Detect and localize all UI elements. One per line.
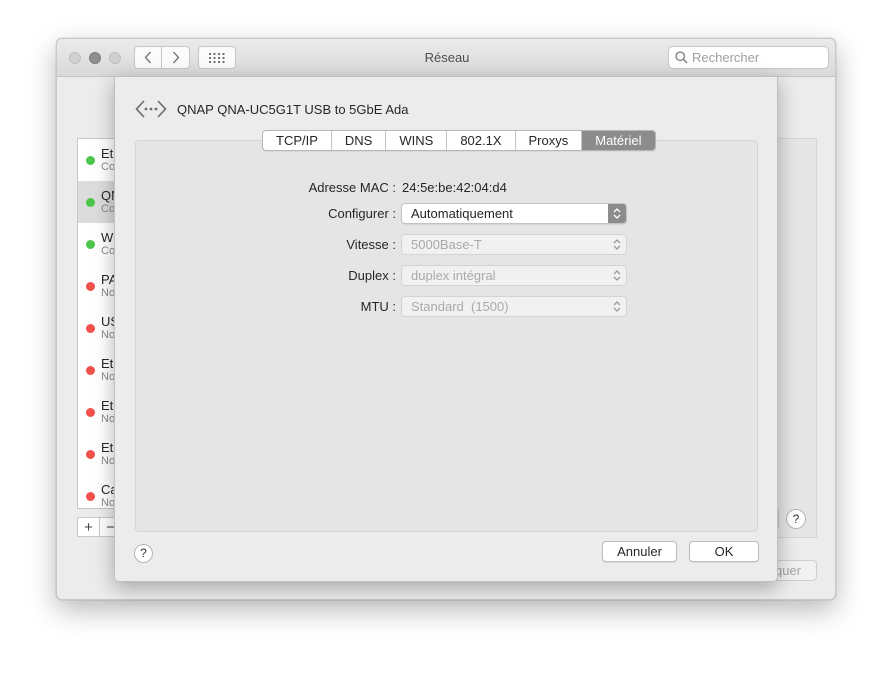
mac-value: 24:5e:be:42:04:d4 xyxy=(402,180,507,195)
tab-proxys[interactable]: Proxys xyxy=(516,131,583,150)
tab-content-panel: Adresse MAC : 24:5e:be:42:04:d4 Configur… xyxy=(135,140,758,532)
service-state: No xyxy=(101,329,116,341)
ok-button[interactable]: OK xyxy=(689,541,759,562)
configure-row: Configurer : xyxy=(136,204,396,224)
advanced-settings-sheet: QNAP QNA-UC5G1T USB to 5GbE Ada Adresse … xyxy=(114,76,778,582)
speed-value: 5000Base-T xyxy=(411,237,482,252)
add-service-button[interactable]: + xyxy=(78,518,100,536)
service-state: No xyxy=(101,413,116,425)
status-dot xyxy=(86,366,95,375)
tab-wins[interactable]: WINS xyxy=(386,131,448,150)
mac-row: Adresse MAC : xyxy=(136,178,396,198)
status-dot xyxy=(86,240,95,249)
updown-arrows-icon xyxy=(608,266,626,285)
cancel-button[interactable]: Annuler xyxy=(602,541,677,562)
speed-row: Vitesse : xyxy=(136,235,396,255)
mtu-label: MTU : xyxy=(360,299,396,314)
service-state: No xyxy=(101,371,116,383)
status-dot xyxy=(86,492,95,501)
duplex-label: Duplex : xyxy=(348,268,396,283)
speed-popup: 5000Base-T xyxy=(401,234,627,255)
updown-arrows-icon xyxy=(608,235,626,254)
tab-tcpip[interactable]: TCP/IP xyxy=(263,131,332,150)
service-state: No xyxy=(101,455,116,467)
duplex-value: duplex intégral xyxy=(411,268,496,283)
duplex-popup: duplex intégral xyxy=(401,265,627,286)
speed-label: Vitesse : xyxy=(346,237,396,252)
help-button[interactable]: ? xyxy=(786,509,806,529)
service-state: No xyxy=(101,497,116,509)
sheet-header: QNAP QNA-UC5G1T USB to 5GbE Ada xyxy=(135,97,408,121)
status-dot xyxy=(86,198,95,207)
configure-value: Automatiquement xyxy=(411,206,513,221)
mtu-popup: Standard (1500) xyxy=(401,296,627,317)
interface-title: QNAP QNA-UC5G1T USB to 5GbE Ada xyxy=(177,101,409,117)
search-input[interactable] xyxy=(692,50,822,65)
configure-popup[interactable]: Automatiquement xyxy=(401,203,627,224)
ethernet-arrows-icon xyxy=(135,100,167,118)
mtu-value: Standard (1500) xyxy=(411,299,509,314)
tab-8021x[interactable]: 802.1X xyxy=(447,131,516,150)
service-state: No xyxy=(101,287,116,299)
title-bar: Réseau xyxy=(57,39,835,77)
tab-bar: TCP/IP DNS WINS 802.1X Proxys Matériel xyxy=(262,130,656,151)
search-icon xyxy=(675,51,688,64)
updown-arrows-icon xyxy=(608,297,626,316)
duplex-row: Duplex : xyxy=(136,266,396,286)
service-state: Co xyxy=(101,245,116,257)
configure-label: Configurer : xyxy=(328,206,396,221)
status-dot xyxy=(86,282,95,291)
status-dot xyxy=(86,408,95,417)
service-state: Co xyxy=(101,203,116,215)
service-state: Co xyxy=(101,161,116,173)
status-dot xyxy=(86,450,95,459)
updown-arrows-icon xyxy=(608,204,626,223)
help-button[interactable]: ? xyxy=(134,544,153,563)
mac-label: Adresse MAC : xyxy=(308,180,396,195)
status-dot xyxy=(86,156,95,165)
tab-hardware[interactable]: Matériel xyxy=(582,131,655,150)
tab-dns[interactable]: DNS xyxy=(332,131,387,150)
status-dot xyxy=(86,324,95,333)
search-field[interactable] xyxy=(668,46,829,69)
mtu-row: MTU : xyxy=(136,297,396,317)
